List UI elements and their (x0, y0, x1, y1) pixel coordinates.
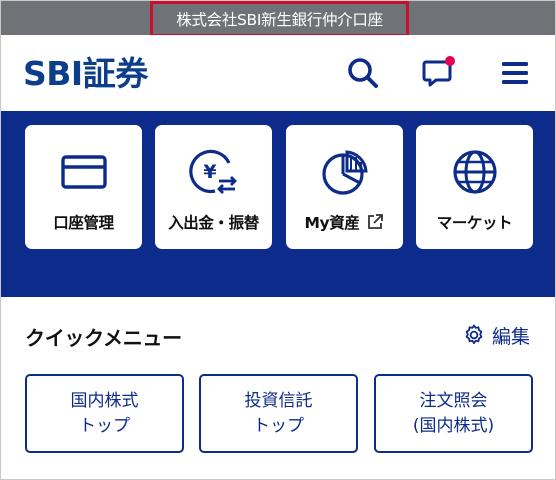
gear-icon (465, 324, 483, 344)
quick-button-line1: 国内株式 (70, 390, 139, 411)
intermediary-account-label: 株式会社SBI新生銀行仲介口座 (150, 1, 409, 37)
quick-menu-edit-button[interactable]: 編集 (462, 321, 530, 349)
quick-menu-title: クイックメニュー (25, 326, 182, 350)
tile-account-management[interactable]: 口座管理 (25, 125, 142, 249)
tile-label: マーケット (436, 214, 513, 232)
quick-investment-trust-top-button[interactable]: 投資信託 トップ (199, 374, 358, 453)
pie-chart-icon (321, 150, 368, 195)
external-link-icon (368, 214, 384, 229)
yen-transfer-icon: ¥ (188, 149, 237, 194)
quick-button-line2: (国内株式) (412, 415, 495, 436)
menu-button[interactable] (495, 53, 535, 93)
quick-button-line2: トップ (79, 415, 130, 436)
svg-text:¥: ¥ (203, 161, 216, 183)
quick-domestic-stock-top-button[interactable]: 国内株式 トップ (25, 374, 184, 453)
tile-my-assets[interactable]: My資産 (286, 125, 403, 249)
search-icon (348, 58, 378, 88)
app-frame: 株式会社SBI新生銀行仲介口座 SBI証券 口座管理 ¥ 入出金・振替 My資産… (0, 0, 556, 480)
hamburger-menu-icon (502, 62, 528, 84)
tile-label: 入出金・振替 (168, 214, 259, 232)
globe-icon (452, 150, 497, 194)
tile-label: 口座管理 (53, 214, 114, 232)
tile-label: My資産 (304, 214, 360, 232)
header: SBI証券 (1, 35, 555, 111)
main-nav-band: 口座管理 ¥ 入出金・振替 My資産 マーケット (1, 111, 555, 297)
quick-order-inquiry-button[interactable]: 注文照会 (国内株式) (374, 374, 533, 453)
sbi-logo[interactable]: SBI証券 (23, 48, 148, 94)
search-button[interactable] (343, 53, 383, 93)
tile-market[interactable]: マーケット (416, 125, 533, 249)
quick-button-line2: トップ (253, 415, 304, 436)
card-icon (60, 155, 107, 189)
messages-button[interactable] (419, 53, 459, 93)
quick-button-line1: 注文照会 (419, 390, 488, 411)
edit-label: 編集 (492, 325, 531, 348)
quick-button-line1: 投資信託 (244, 390, 313, 411)
notification-dot (445, 56, 455, 66)
tile-deposit-transfer[interactable]: ¥ 入出金・振替 (155, 125, 272, 249)
